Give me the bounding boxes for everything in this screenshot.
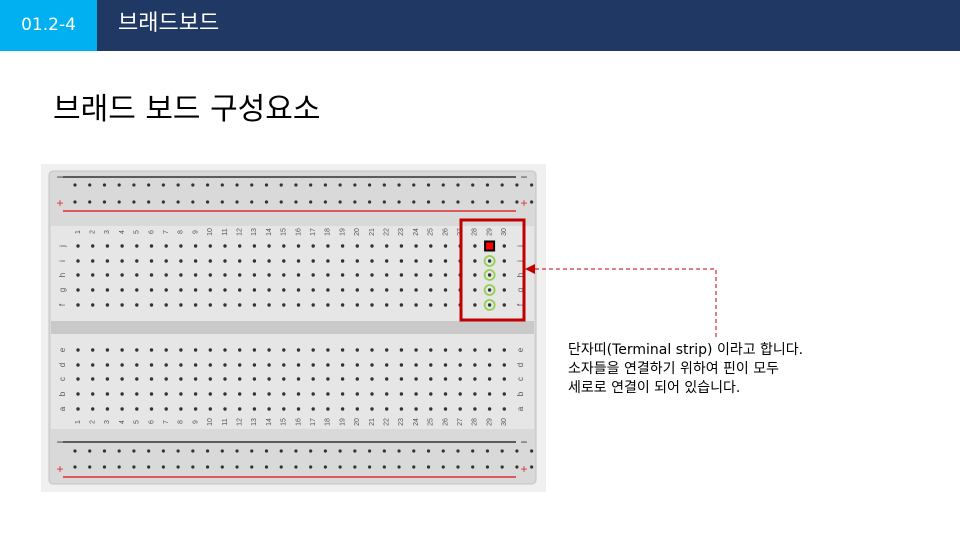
callout-arrow xyxy=(525,264,717,337)
callout-line-2: 소자들을 연결하기 위하여 핀이 모두 xyxy=(568,361,779,377)
callout-arrow-line xyxy=(534,268,717,337)
callout-line-1: 단자띠(Terminal strip) 이라고 합니다. xyxy=(568,342,804,358)
callout-text: 단자띠(Terminal strip) 이라고 합니다. 소자들을 연결하기 위… xyxy=(568,341,803,398)
callout-arrow-head xyxy=(525,264,535,274)
callout-line-3: 세로로 연결이 되어 있습니다. xyxy=(568,380,741,396)
